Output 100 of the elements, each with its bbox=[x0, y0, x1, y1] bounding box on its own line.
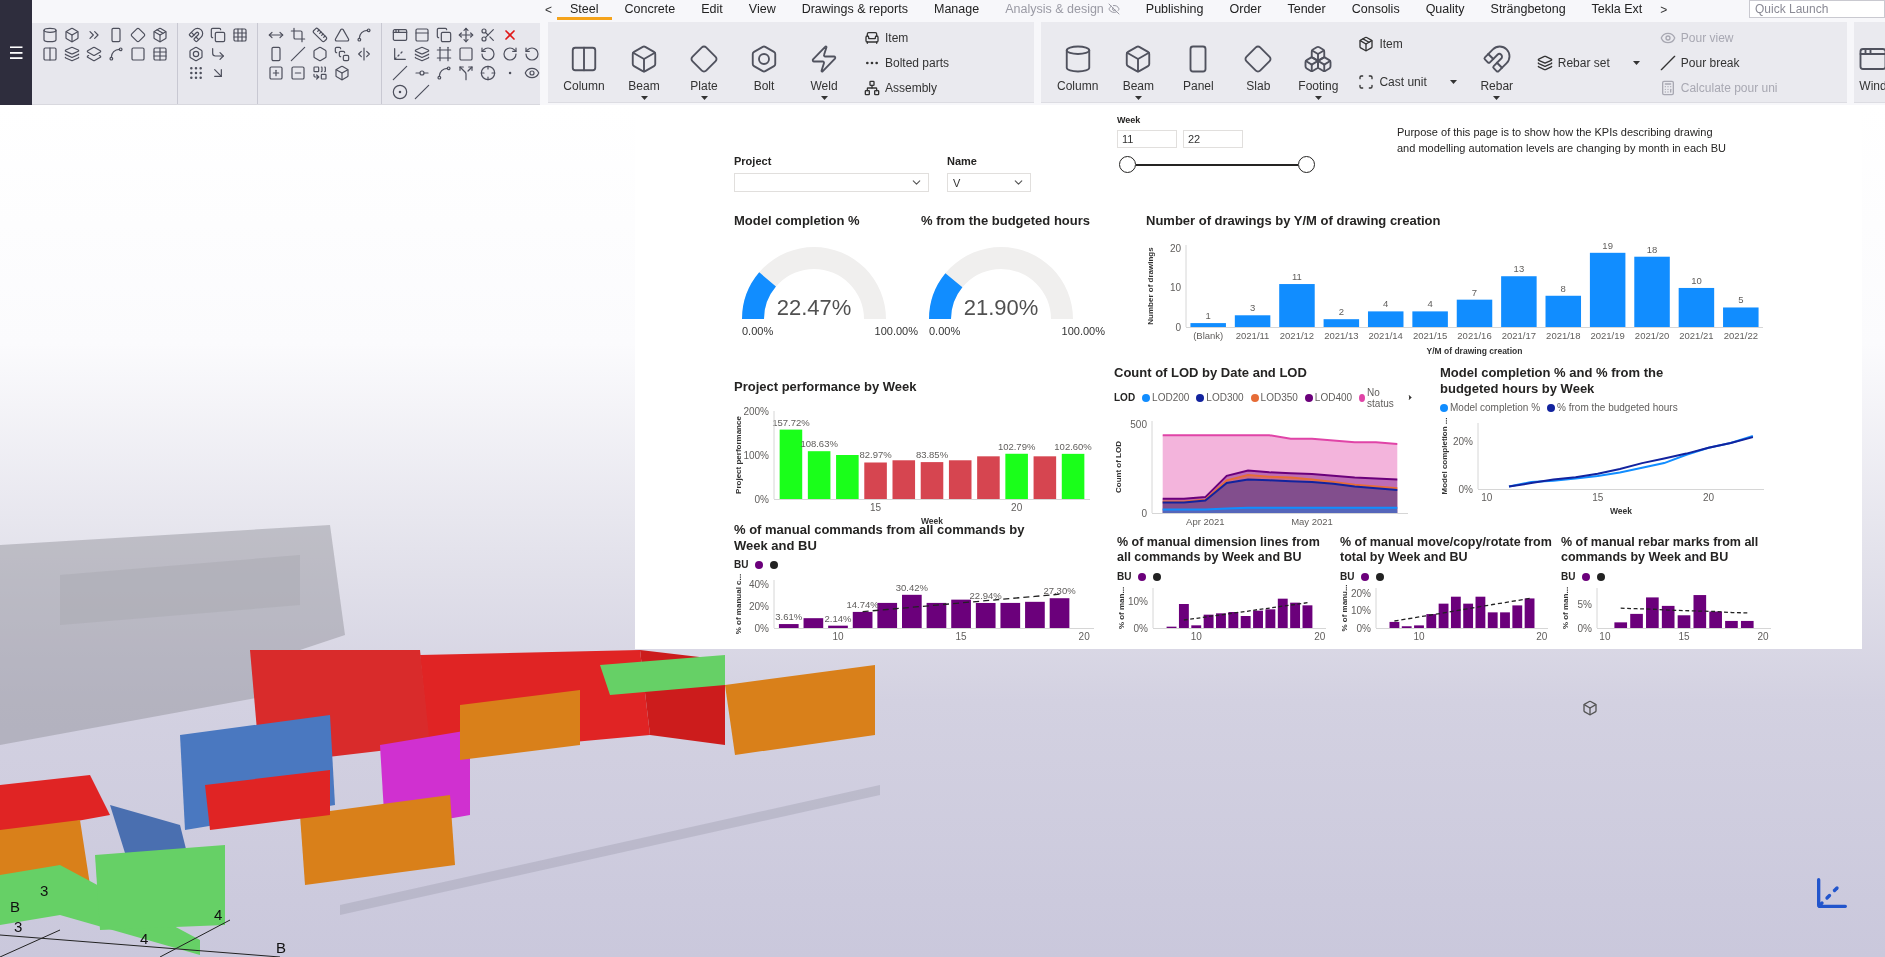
slider-handle[interactable] bbox=[1119, 156, 1136, 173]
ribbon-tab[interactable]: Tender bbox=[1274, 0, 1339, 20]
ribbon-button[interactable]: Bolt bbox=[736, 22, 792, 102]
slider-handle[interactable] bbox=[1298, 156, 1315, 173]
gauge-max-label: 100.00% bbox=[874, 324, 918, 337]
eye-icon[interactable] bbox=[523, 65, 540, 81]
chart-bar bbox=[1323, 318, 1360, 327]
ribbon-small-button[interactable]: Assembly bbox=[862, 79, 952, 98]
square-plus-icon[interactable] bbox=[267, 65, 284, 81]
ribbon-tab[interactable]: Tekla Ext bbox=[1578, 0, 1656, 20]
data-label: 19 bbox=[1602, 239, 1613, 251]
panel-icon[interactable] bbox=[413, 27, 430, 43]
ribbon-tab[interactable]: Drawings & reports bbox=[788, 0, 921, 20]
ribbon-small-button[interactable]: Item bbox=[1356, 35, 1459, 53]
ribbon-small-button[interactable]: Pour break bbox=[1657, 54, 1780, 72]
box-icon[interactable] bbox=[63, 27, 80, 43]
triangle-icon[interactable] bbox=[333, 27, 350, 43]
quick-launch-field[interactable]: Quick Launch bbox=[1749, 0, 1885, 18]
slash-icon[interactable] bbox=[289, 46, 306, 62]
corner-arrow-icon[interactable] bbox=[209, 46, 226, 62]
slicer-dropdown[interactable]: V bbox=[947, 173, 1031, 192]
ribbon-button[interactable]: Weld bbox=[796, 22, 852, 102]
ribbon-tab[interactable]: Manage bbox=[920, 0, 993, 20]
ribbon-tab[interactable]: Strängbetong bbox=[1477, 0, 1579, 20]
week-end-field[interactable]: 22 bbox=[1183, 130, 1243, 148]
ribbon-button[interactable]: Wind bbox=[1856, 22, 1885, 102]
copy-icon[interactable] bbox=[435, 27, 452, 43]
line-icon[interactable] bbox=[413, 84, 430, 100]
cube-icon[interactable] bbox=[1582, 700, 1598, 716]
data-label: 13 bbox=[1513, 262, 1525, 274]
ribbon-button[interactable]: Column bbox=[1049, 22, 1107, 102]
move-icon[interactable] bbox=[457, 27, 474, 43]
ribbon-tab[interactable]: Quality bbox=[1412, 0, 1478, 20]
line-icon[interactable] bbox=[391, 65, 408, 81]
ribbon-button[interactable]: Plate bbox=[676, 22, 732, 102]
window-icon[interactable] bbox=[391, 27, 408, 43]
square-minus-icon[interactable] bbox=[289, 65, 306, 81]
ribbon-button[interactable]: Panel bbox=[1170, 22, 1227, 102]
ribbon-button[interactable]: Beam bbox=[616, 22, 672, 102]
data-label: 157.72% bbox=[772, 416, 810, 428]
copy-icon[interactable] bbox=[209, 27, 226, 43]
scroll-left-button[interactable]: < bbox=[540, 0, 557, 20]
ribbon-tab[interactable]: Order bbox=[1216, 0, 1275, 20]
square-icon[interactable] bbox=[129, 46, 146, 62]
ribbon-small-button[interactable]: Rebar set bbox=[1534, 54, 1642, 72]
table-icon[interactable] bbox=[151, 46, 168, 62]
combine-icon[interactable] bbox=[311, 65, 328, 81]
frame-icon[interactable] bbox=[435, 46, 452, 62]
curve-icon[interactable] bbox=[435, 65, 452, 81]
circle-dot-icon[interactable] bbox=[391, 84, 408, 100]
rotate-icon[interactable] bbox=[523, 46, 540, 62]
chart-bar bbox=[1290, 602, 1301, 628]
axis-title: Number of drawings bbox=[1146, 246, 1155, 325]
crosshair-icon[interactable] bbox=[479, 65, 496, 81]
ribbon-tab[interactable]: Consolis bbox=[1338, 0, 1413, 20]
scissors-icon[interactable] bbox=[479, 27, 496, 43]
curve-icon[interactable] bbox=[355, 27, 372, 43]
ribbon-small-button[interactable]: Item bbox=[862, 28, 952, 47]
divider-icon[interactable] bbox=[355, 46, 372, 62]
scroll-right-button[interactable]: > bbox=[1655, 0, 1673, 20]
curve-icon[interactable] bbox=[107, 46, 124, 62]
layers-icon[interactable] bbox=[63, 46, 80, 62]
menu-button[interactable]: ☰ bbox=[6, 40, 26, 65]
diamond-icon[interactable] bbox=[129, 27, 146, 43]
axis-tick-label: 2021/13 bbox=[1324, 329, 1359, 341]
ribbon-tab[interactable]: Publishing bbox=[1132, 0, 1217, 20]
axes-icon[interactable] bbox=[391, 46, 408, 62]
ribbon-tab[interactable]: Edit bbox=[688, 0, 736, 20]
ruler-icon[interactable] bbox=[311, 27, 328, 43]
package-icon[interactable] bbox=[151, 27, 168, 43]
cylinder-icon[interactable] bbox=[41, 27, 58, 43]
ribbon-button[interactable]: Footing bbox=[1290, 22, 1347, 102]
layers-icon[interactable] bbox=[85, 46, 102, 62]
chart-bar bbox=[1646, 597, 1659, 628]
layers-icon[interactable] bbox=[413, 46, 430, 62]
square-stack-icon[interactable] bbox=[333, 46, 350, 62]
ribbon-small-button[interactable]: Cast unit bbox=[1356, 73, 1459, 91]
axis-tick-label: 20 bbox=[1314, 631, 1326, 642]
chart-title: Count of LOD by Date and LOD bbox=[1114, 365, 1308, 381]
nut-icon[interactable] bbox=[187, 46, 204, 62]
rotate-icon[interactable] bbox=[479, 46, 496, 62]
box-icon[interactable] bbox=[333, 65, 350, 81]
ribbon-tab[interactable]: Concrete bbox=[611, 0, 689, 20]
ribbon-button[interactable]: Rebar bbox=[1468, 22, 1525, 102]
ribbon-button[interactable]: Beam bbox=[1110, 22, 1167, 102]
ribbon-button[interactable]: Column bbox=[556, 22, 612, 102]
columns-icon[interactable] bbox=[41, 46, 58, 62]
u-shape-icon[interactable] bbox=[187, 27, 204, 43]
crop-icon[interactable] bbox=[289, 27, 306, 43]
hexagon-icon[interactable] bbox=[311, 46, 328, 62]
dots-icon[interactable] bbox=[187, 65, 204, 81]
ribbon-tab[interactable]: View bbox=[735, 0, 789, 20]
grid-icon[interactable] bbox=[231, 27, 248, 43]
axis-title: % of manu... bbox=[1340, 584, 1349, 632]
ribbon-button[interactable]: Slab bbox=[1230, 22, 1287, 102]
week-start-field[interactable]: 11 bbox=[1117, 130, 1177, 148]
rotate-icon[interactable] bbox=[501, 46, 518, 62]
square-icon[interactable] bbox=[457, 46, 474, 62]
split-icon[interactable] bbox=[457, 65, 474, 81]
ribbon-small-button[interactable]: Bolted parts bbox=[862, 54, 952, 72]
